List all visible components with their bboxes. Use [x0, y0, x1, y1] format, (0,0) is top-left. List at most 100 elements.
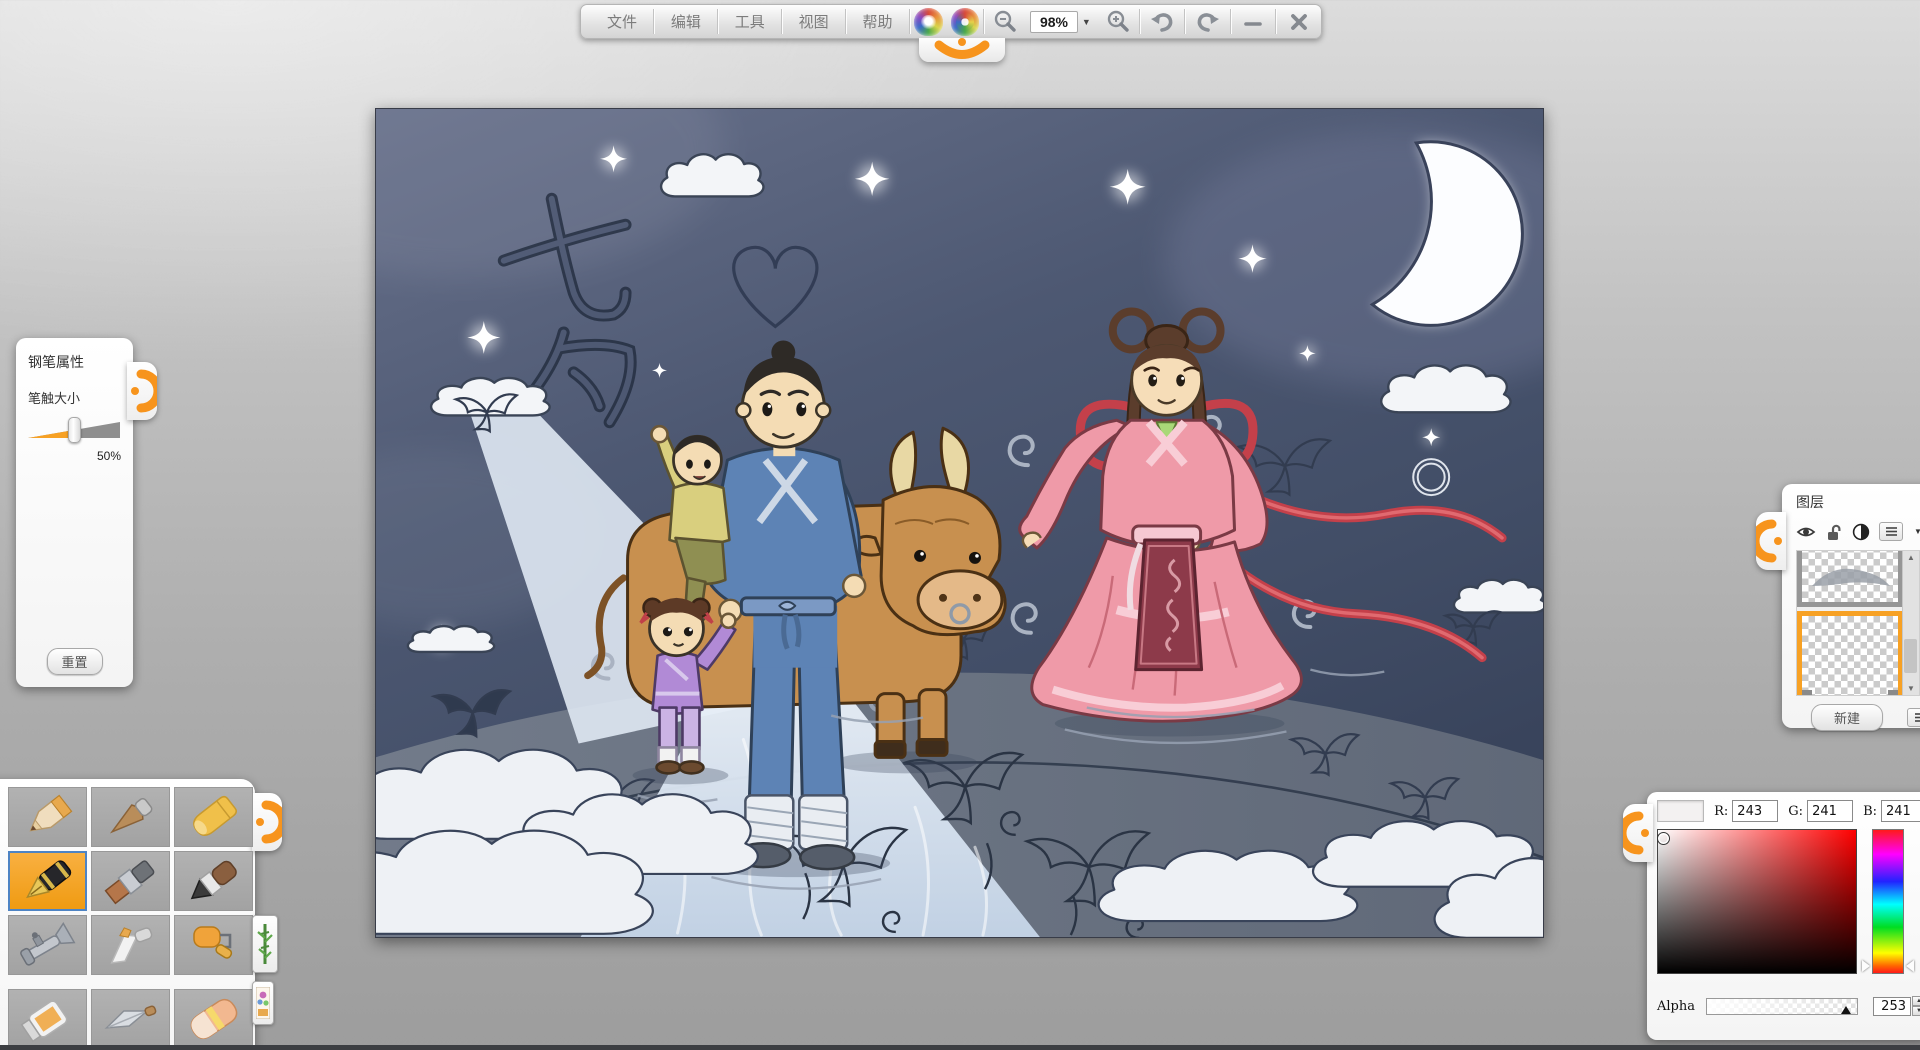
hamburger-icon — [1885, 527, 1897, 536]
orange-ear-icon — [131, 369, 163, 413]
layer-menu-button[interactable] — [1879, 522, 1903, 541]
layer-row-2-selected[interactable] — [1797, 611, 1903, 695]
menu-tools[interactable]: 工具 — [718, 5, 781, 38]
tool-palette-knife[interactable] — [91, 915, 170, 975]
layers-list-menu-button[interactable] — [1907, 708, 1920, 727]
reset-button[interactable]: 重置 — [46, 648, 103, 675]
scrollbar-thumb[interactable] — [1904, 639, 1917, 673]
green-value-input[interactable] — [1807, 800, 1854, 822]
opacity-halfcircle-icon[interactable] — [1852, 523, 1870, 541]
layer-1-thumbnail — [1812, 568, 1890, 586]
rainbow-face-icon[interactable] — [913, 7, 943, 36]
visibility-eye-icon[interactable] — [1796, 524, 1816, 540]
brush-size-label: 笔触大小 — [28, 391, 81, 406]
redo-button[interactable] — [1185, 5, 1230, 38]
layer-scrollbar[interactable]: ▲ ▼ — [1902, 551, 1919, 695]
menu-edit[interactable]: 编辑 — [654, 5, 717, 38]
layers-panel-title: 图层 — [1796, 494, 1824, 510]
alpha-slider[interactable] — [1706, 997, 1858, 1015]
tool-eraser[interactable] — [174, 989, 253, 1049]
layer-list: ▲ ▼ — [1796, 550, 1920, 696]
layer-row-1[interactable] — [1797, 551, 1903, 607]
rainbow-ring-icon[interactable] — [950, 7, 980, 36]
layers-toolbar: ▼ — [1796, 522, 1920, 541]
color-panel-collapse-tab[interactable] — [1617, 804, 1653, 862]
qixi-artwork — [376, 109, 1543, 937]
orange-ear-icon — [256, 800, 288, 844]
tool-pencil[interactable] — [8, 787, 87, 847]
r-label: R: — [1714, 803, 1729, 819]
drawing-canvas[interactable]: 七夕 — [375, 108, 1544, 938]
rgb-row: R: G: B: — [1657, 800, 1920, 822]
texture-stamp-button[interactable] — [252, 981, 274, 1025]
menu-file[interactable]: 文件 — [591, 5, 654, 38]
ink-brush-icon — [190, 860, 237, 900]
unlock-padlock-icon[interactable] — [1825, 523, 1843, 541]
redo-arrow-icon — [1197, 12, 1219, 32]
tool-palette-side-strip — [252, 793, 288, 1033]
tool-airbrush[interactable] — [8, 915, 87, 975]
pencil-icon — [28, 794, 73, 832]
red-value-input[interactable] — [1732, 800, 1779, 822]
main-toolbar: 文件 编辑 工具 视图 帮助 98% ▼ — [580, 4, 1322, 62]
menu-help[interactable]: 帮助 — [846, 5, 909, 38]
alpha-value-input[interactable] — [1873, 996, 1911, 1016]
tool-ink-brush[interactable] — [174, 851, 253, 911]
new-layer-button[interactable]: 新建 — [1811, 704, 1884, 731]
menu-view[interactable]: 视图 — [782, 5, 845, 38]
orange-ear-icon — [1617, 811, 1649, 855]
sv-cursor-ring[interactable] — [1657, 832, 1670, 845]
slider-thumb[interactable] — [68, 417, 81, 443]
undo-button[interactable] — [1140, 5, 1185, 38]
tool-wood-pen[interactable] — [91, 787, 170, 847]
texture-stamp-icon — [256, 987, 270, 1019]
wood-pen-icon — [109, 798, 152, 834]
alpha-marker[interactable] — [1841, 1005, 1851, 1014]
pen-properties-panel: 钢笔属性 笔触大小 50% 重置 — [16, 338, 163, 687]
scroll-up-icon[interactable]: ▲ — [1907, 551, 1915, 564]
hue-bar[interactable] — [1872, 829, 1904, 974]
alpha-spin-up[interactable]: ▲ — [1912, 996, 1920, 1006]
tool-paint-tube[interactable] — [8, 989, 87, 1049]
bamboo-stamp-button[interactable] — [252, 915, 278, 973]
pen-panel-title: 钢笔属性 — [28, 354, 84, 370]
zoom-out-button[interactable] — [984, 5, 1026, 38]
magnifier-plus-icon — [1107, 10, 1129, 32]
orange-smile-handle-icon — [934, 38, 990, 59]
tool-crayon[interactable] — [174, 787, 253, 847]
toolbar-drag-handle[interactable] — [919, 38, 1005, 62]
scroll-down-icon[interactable]: ▼ — [1907, 682, 1915, 695]
tool-grid-lower — [8, 989, 255, 1049]
zoom-level-display[interactable]: 98% — [1030, 10, 1078, 33]
tool-fountain-pen[interactable] — [8, 851, 87, 911]
minimize-button[interactable] — [1231, 5, 1276, 38]
airbrush-icon — [19, 922, 76, 966]
minimize-icon — [1244, 21, 1262, 26]
tool-paint-brush[interactable] — [91, 851, 170, 911]
g-label: G: — [1788, 803, 1804, 819]
tool-carving-knife[interactable] — [91, 989, 170, 1049]
layers-panel-collapse-tab[interactable] — [1750, 512, 1786, 570]
paint-roller-icon — [192, 926, 232, 959]
tool-paint-roller[interactable] — [174, 915, 253, 975]
fountain-pen-icon — [25, 860, 71, 899]
tool-palette-panel — [0, 779, 288, 1050]
layer-menu-dropdown-arrow[interactable]: ▼ — [1914, 527, 1920, 536]
current-color-swatch — [1657, 800, 1705, 822]
paint-tube-icon — [20, 1000, 67, 1043]
hue-marker-right[interactable] — [1906, 960, 1914, 972]
saturation-value-square[interactable] — [1657, 829, 1857, 974]
close-button[interactable] — [1276, 5, 1321, 38]
hue-marker-left[interactable] — [1862, 960, 1870, 972]
brush-size-slider[interactable] — [28, 417, 120, 443]
tool-palette-collapse-tab[interactable] — [252, 793, 288, 851]
b-label: B: — [1863, 803, 1877, 819]
pen-panel-collapse-tab[interactable] — [127, 362, 163, 420]
bamboo-icon — [257, 924, 273, 964]
blue-value-input[interactable] — [1881, 800, 1920, 822]
alpha-spin-down[interactable]: ▼ — [1912, 1006, 1920, 1016]
zoom-dropdown-arrow[interactable]: ▼ — [1080, 5, 1097, 38]
zoom-in-button[interactable] — [1097, 5, 1139, 38]
carving-knife-icon — [104, 1005, 156, 1029]
color-picker-panel: R: G: B: Alpha ▲ ▼ — [1617, 792, 1920, 1040]
